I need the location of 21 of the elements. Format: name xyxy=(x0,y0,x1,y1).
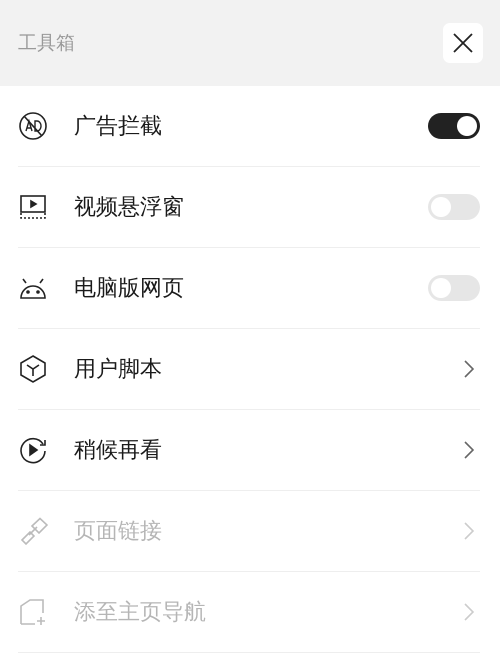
toggle-switch[interactable] xyxy=(428,113,480,139)
toggle-switch[interactable] xyxy=(428,275,480,301)
cube-icon xyxy=(18,354,48,384)
item-label: 电脑版网页 xyxy=(74,275,185,303)
item-label: 用户脚本 xyxy=(74,356,163,384)
video-icon xyxy=(18,192,48,222)
item-label: 广告拦截 xyxy=(74,113,163,141)
ad-icon xyxy=(18,111,48,141)
chevron-icon[interactable] xyxy=(464,360,474,378)
link-icon xyxy=(18,516,48,546)
item-label: 添至主页导航 xyxy=(74,599,207,627)
chevron-icon[interactable] xyxy=(464,441,474,459)
add-page-icon xyxy=(18,597,48,627)
close-icon xyxy=(452,32,474,54)
toggle-switch[interactable] xyxy=(428,194,480,220)
item-label: 稍候再看 xyxy=(74,437,163,465)
item-label: 页面链接 xyxy=(74,518,163,546)
close-button[interactable] xyxy=(443,23,483,63)
replay-icon xyxy=(18,435,48,465)
panel-title: 工具箱 xyxy=(18,31,75,56)
item-label: 视频悬浮窗 xyxy=(74,194,185,222)
